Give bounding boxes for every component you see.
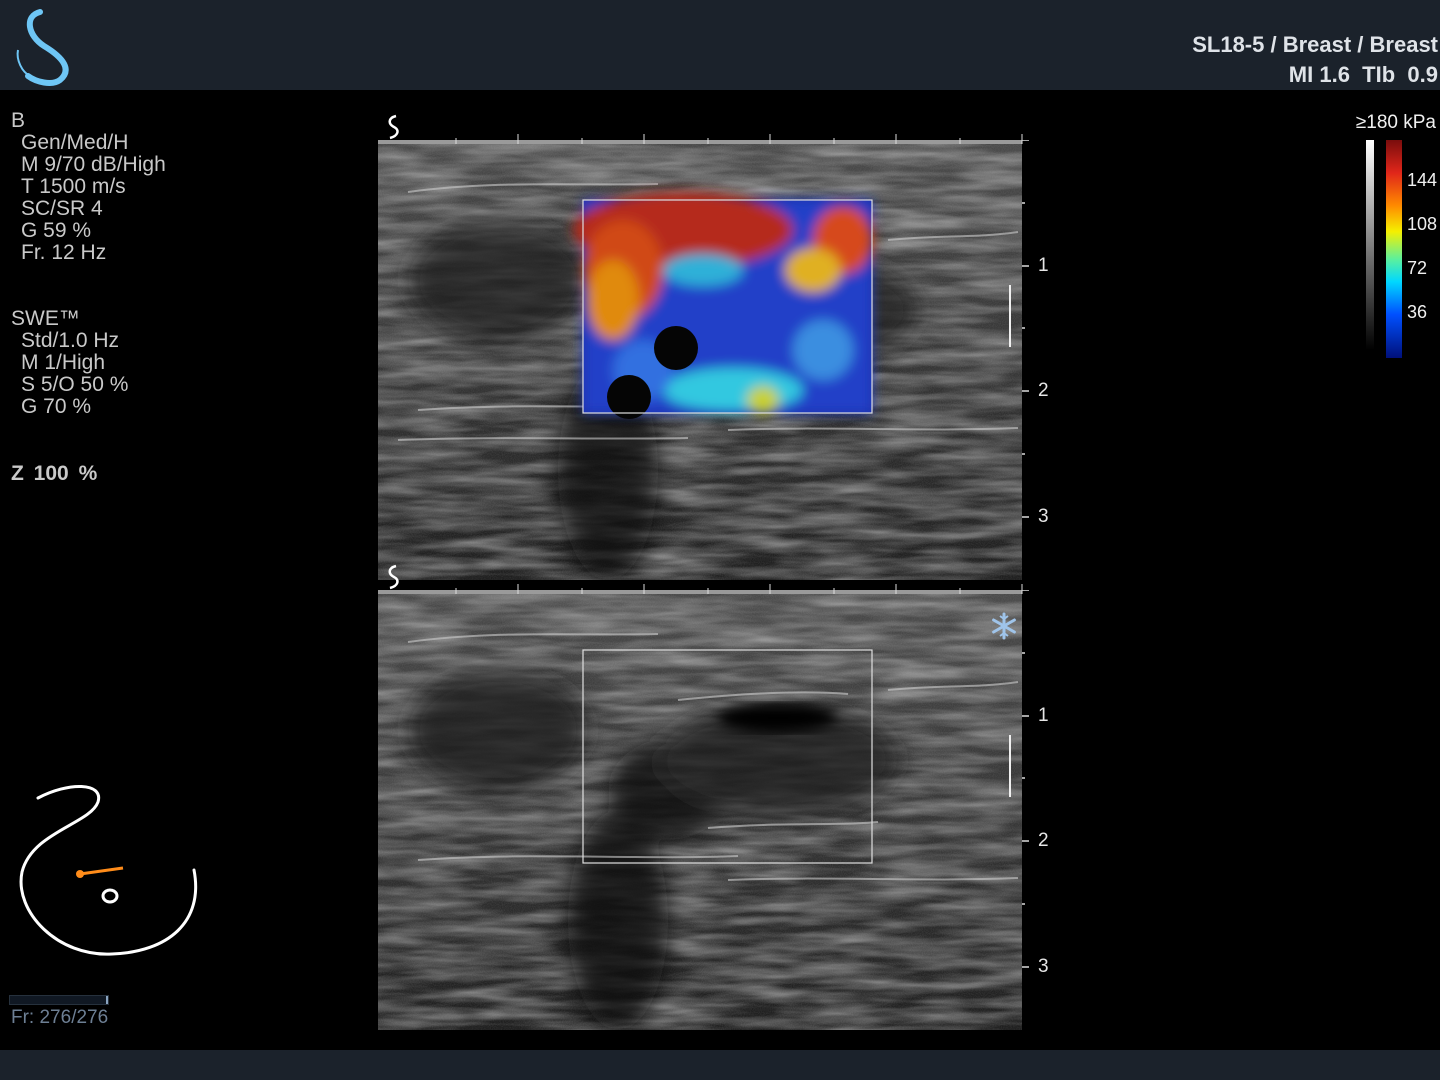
zoom-readout: Z 100 % [11, 462, 97, 486]
bmode-param: M 9/70 dB/High [21, 153, 166, 176]
colorbar-label: 72 [1407, 258, 1428, 278]
depth-ruler [1009, 140, 1029, 518]
depth-label: 3 [1038, 956, 1049, 977]
zoom-label: Z [11, 462, 24, 485]
depth-label: 2 [1038, 830, 1049, 851]
frame-counter: Fr: 276/276 [11, 1007, 109, 1028]
colorbar-label: 144 [1407, 170, 1438, 190]
swe-image-pane[interactable] [378, 140, 1022, 580]
lateral-scale [455, 584, 1023, 594]
zoom-value: 100 [33, 462, 69, 485]
elasticity-colorbar [1366, 140, 1402, 358]
bmode-image-pane[interactable] [378, 590, 1022, 1030]
colorbar-label: 36 [1407, 302, 1428, 322]
swe-param: S 5/O 50 % [21, 373, 129, 396]
cine-progress-bar[interactable] [9, 995, 109, 1005]
breast-body-marker-icon[interactable] [18, 782, 208, 967]
bmode-param: Fr. 12 Hz [21, 241, 107, 264]
mi-value: 1.6 [1319, 62, 1350, 87]
depth-label: 1 [1038, 255, 1049, 276]
swe-param: Std/1.0 Hz [21, 329, 120, 352]
swe-params: SWE™ Std/1.0 Hz M 1/High S 5/O 50 % G 70… [11, 308, 128, 418]
bmode-param: Gen/Med/H [21, 131, 129, 154]
bottom-bar [0, 1050, 1440, 1080]
tib-label: TIb [1362, 62, 1396, 87]
tib-value: 0.9 [1407, 62, 1438, 87]
colorbar-label: 108 [1407, 214, 1438, 234]
bmode-title: B [11, 109, 26, 132]
depth-label: 3 [1038, 506, 1049, 527]
bmode-param: G 59 % [21, 219, 92, 242]
depth-label: 1 [1038, 705, 1049, 726]
swe-param: M 1/High [21, 351, 106, 374]
supersonic-logo-icon [14, 6, 78, 86]
colorbar-title: ≥180 kPa [1355, 112, 1436, 133]
mi-tib-readout: MI 1.6 TIb 0.9 [1289, 62, 1438, 88]
mi-label: MI [1288, 62, 1314, 87]
swe-param: G 70 % [21, 395, 92, 418]
bmode-params: B Gen/Med/H M 9/70 dB/High T 1500 m/s SC… [11, 110, 166, 264]
preset-label: SL18-5 / Breast / Breast [1192, 32, 1438, 57]
depth-ruler [1009, 590, 1029, 968]
snowflake-freeze-icon[interactable] [990, 612, 1018, 645]
swe-title: SWE™ [11, 307, 80, 330]
lateral-scale [455, 134, 1023, 144]
bmode-param: SC/SR 4 [21, 197, 103, 220]
zoom-unit: % [78, 462, 98, 485]
bmode-param: T 1500 m/s [21, 175, 126, 198]
depth-label: 2 [1038, 380, 1049, 401]
